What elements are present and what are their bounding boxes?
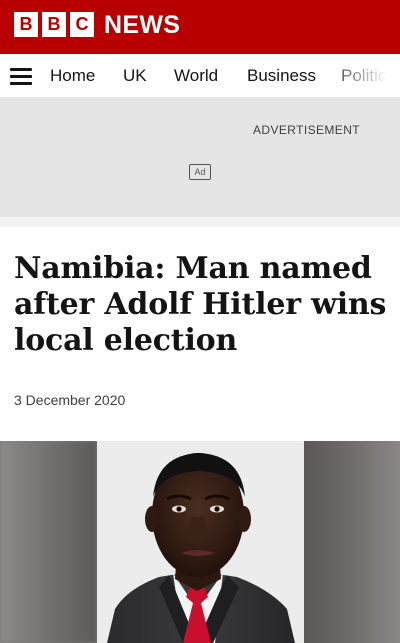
- logo-letter-b1: B: [14, 12, 38, 37]
- nav-item-business[interactable]: Business: [247, 66, 316, 86]
- photo-blur-left-panel: [0, 441, 97, 643]
- main-navigation: Home UK World Business Politics: [0, 54, 400, 98]
- hamburger-menu-icon[interactable]: [10, 68, 32, 85]
- nav-item-home[interactable]: Home: [50, 66, 95, 86]
- article-date: 3 December 2020: [14, 392, 126, 408]
- news-brand-word[interactable]: NEWS: [104, 10, 180, 40]
- photo-main-panel: [97, 441, 304, 643]
- photo-blur-right-panel: [304, 441, 400, 643]
- portrait-image: [107, 453, 295, 643]
- logo-letter-c: C: [70, 12, 94, 37]
- advertisement-slot[interactable]: ADVERTISEMENT Ad: [0, 98, 400, 217]
- masthead: B B C NEWS: [0, 0, 400, 54]
- nav-item-politics[interactable]: Politics: [341, 66, 395, 86]
- advertisement-label: ADVERTISEMENT: [253, 123, 360, 137]
- article-photo[interactable]: [0, 441, 400, 643]
- article-headline: Namibia: Man named after Adolf Hitler wi…: [14, 251, 387, 358]
- ad-divider: [0, 217, 400, 227]
- bbc-logo[interactable]: B B C: [14, 12, 94, 37]
- ad-badge: Ad: [189, 164, 211, 180]
- nav-item-uk[interactable]: UK: [123, 66, 147, 86]
- nav-item-world[interactable]: World: [174, 66, 218, 86]
- logo-letter-b2: B: [42, 12, 66, 37]
